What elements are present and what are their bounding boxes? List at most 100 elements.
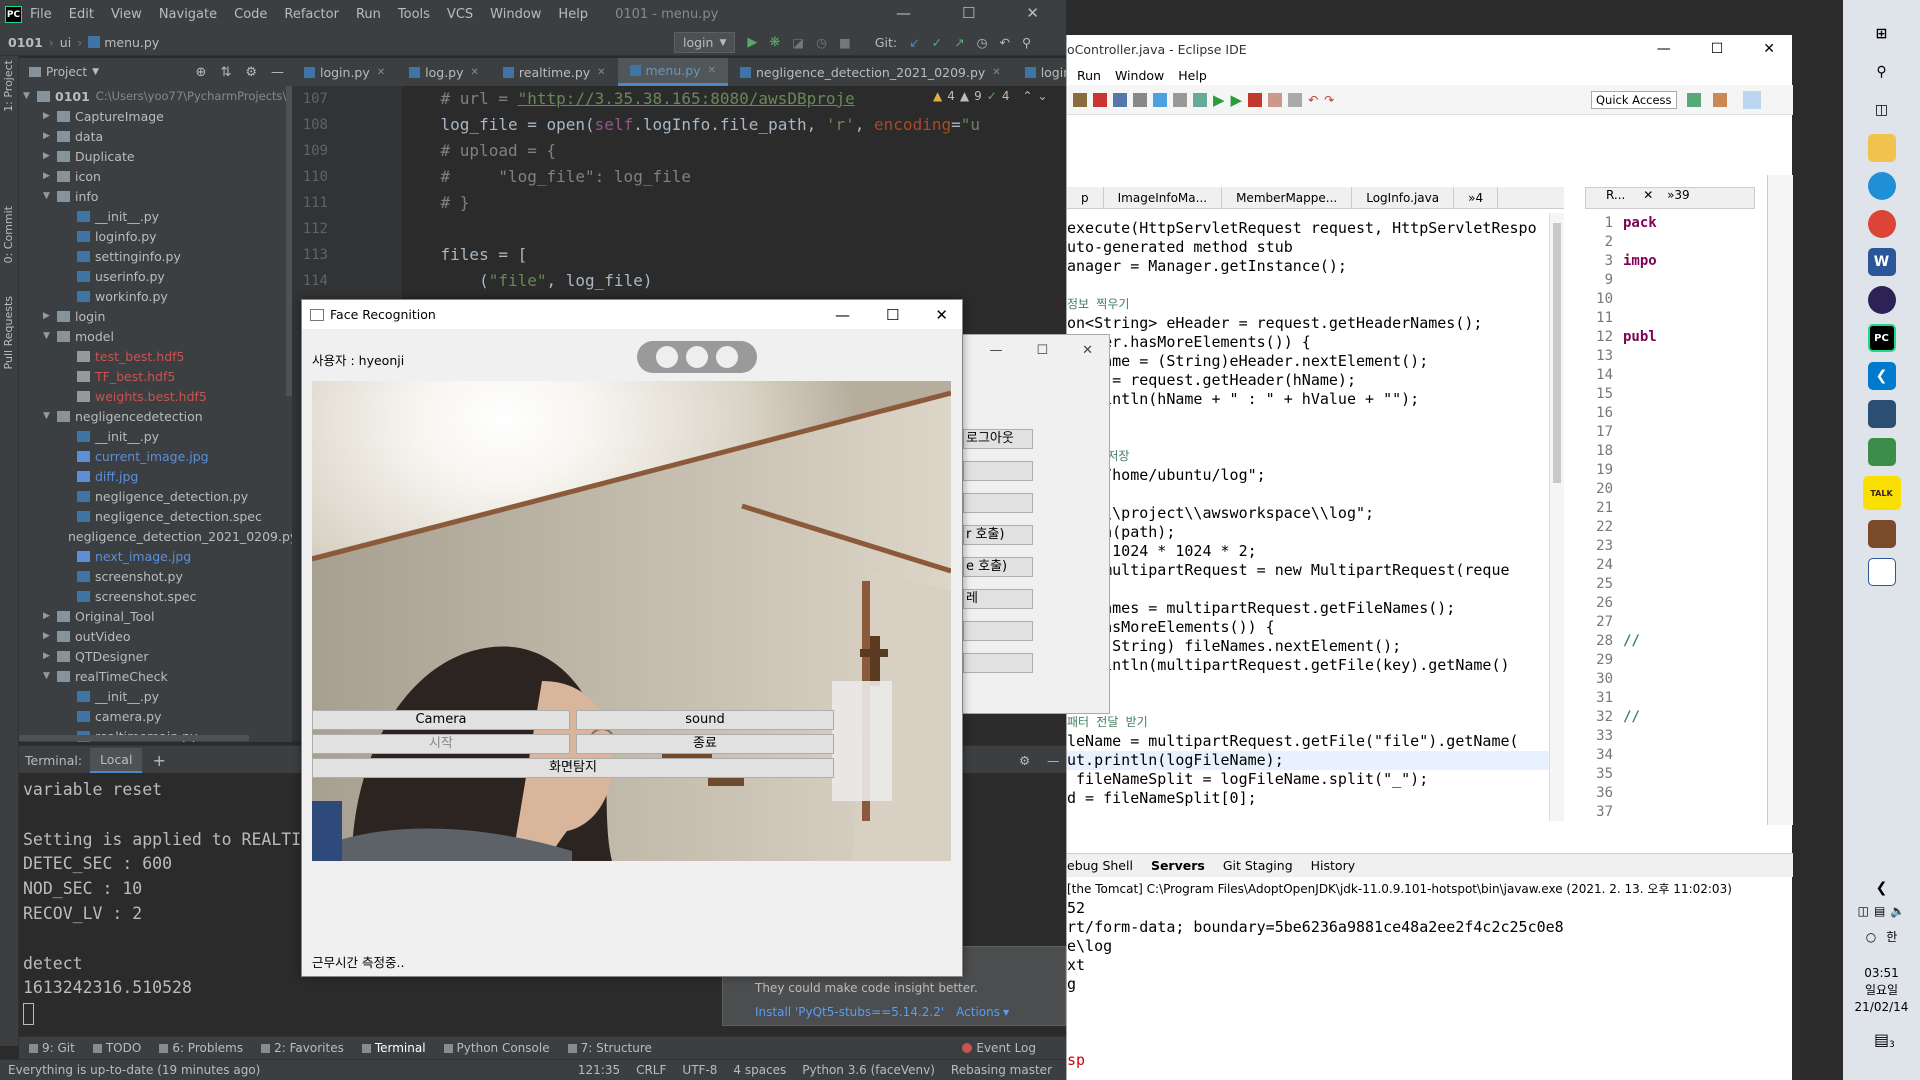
tree-item[interactable]: userinfo.py — [19, 266, 292, 286]
close-icon[interactable]: ✕ — [377, 67, 385, 78]
coverage-icon[interactable]: ◪ — [792, 35, 804, 50]
actions-link[interactable]: Actions — [956, 1005, 1000, 1019]
tree-item[interactable]: ▼ model — [19, 326, 292, 346]
close-icon[interactable]: ✕ — [1026, 4, 1039, 22]
toolbar-icon[interactable] — [1093, 92, 1107, 107]
tree-item[interactable]: ▼ realTimeCheck — [19, 666, 292, 686]
tree-item[interactable]: negligence_detection.spec — [19, 506, 292, 526]
console-tab[interactable]: ebug Shell — [1067, 858, 1133, 873]
search-icon[interactable]: ⚲ — [1022, 35, 1031, 50]
start-button[interactable]: 시작 — [312, 734, 570, 754]
tree-item[interactable]: camera.py — [19, 706, 292, 726]
minimize-icon[interactable]: — — [835, 306, 850, 324]
edge-icon[interactable] — [1867, 172, 1896, 200]
tool-button[interactable]: Python Console — [443, 1041, 550, 1055]
gear-icon[interactable]: ⚙ — [245, 65, 257, 80]
sound-button[interactable]: sound — [576, 710, 834, 730]
console-tab[interactable]: Git Staging — [1223, 858, 1293, 873]
editor-tab[interactable]: login.py ✕ — [292, 58, 397, 86]
toolbar-icon[interactable] — [1268, 92, 1283, 107]
volume-icon[interactable]: 🔈 — [1890, 904, 1905, 918]
tree-item[interactable]: screenshot.spec — [19, 586, 292, 606]
chevron-down-icon[interactable]: ▼ — [43, 411, 57, 421]
tool-project[interactable]: 1: Project — [2, 60, 15, 112]
ime-mode-icon[interactable]: ○ — [1866, 930, 1876, 944]
tree-item[interactable]: diff.jpg — [19, 466, 292, 486]
profile-icon[interactable]: ◷ — [816, 35, 827, 50]
menu-item-refactor[interactable]: Refactor — [284, 7, 339, 22]
terminal-tab-local[interactable]: Local — [90, 747, 143, 773]
tool-button[interactable]: 7: Structure — [567, 1041, 652, 1055]
tree-item[interactable]: screenshot.py — [19, 566, 292, 586]
git-history-icon[interactable]: ◷ — [977, 35, 988, 50]
console-tab[interactable]: History — [1311, 858, 1355, 873]
tree-item[interactable]: ▶ login — [19, 306, 292, 326]
vscode-icon[interactable]: ❮ — [1867, 362, 1896, 390]
toolbar-icon[interactable] — [1248, 92, 1263, 107]
tool-commit[interactable]: 0: Commit — [2, 206, 15, 263]
word-icon[interactable]: W — [1867, 248, 1896, 276]
chevron-down-icon[interactable]: ▼ — [1003, 1008, 1009, 1017]
eclipse-code[interactable]: execute(HttpServletRequest request, Http… — [1067, 213, 1549, 823]
tree-item[interactable]: weights.best.hdf5 — [19, 386, 292, 406]
tree-item[interactable]: loginfo.py — [19, 226, 292, 246]
menu-item-tools[interactable]: Tools — [398, 7, 430, 22]
app-icon[interactable] — [1867, 558, 1896, 586]
toolbar-icon[interactable] — [1173, 92, 1187, 107]
chevron-right-icon[interactable]: ▶ — [43, 111, 57, 121]
toolbar-icon[interactable] — [1073, 92, 1087, 107]
chevron-down-icon[interactable]: ▼ — [92, 67, 99, 77]
maximize-icon[interactable]: ☐ — [886, 306, 899, 324]
eclipse-scrollbar[interactable] — [1549, 213, 1564, 821]
chevron-right-icon[interactable]: ▶ — [43, 611, 57, 621]
git-commit-icon[interactable]: ✓ — [932, 35, 942, 50]
maximize-icon[interactable]: ☐ — [962, 4, 975, 22]
menu-item-navigate[interactable]: Navigate — [159, 7, 217, 22]
tool-button[interactable]: 9: Git — [29, 1041, 75, 1055]
eclipse-tab[interactable]: MemberMappe... — [1222, 187, 1353, 209]
perspective-icon[interactable] — [1687, 92, 1701, 107]
back-icon[interactable]: ↶ — [1308, 93, 1318, 107]
status-item[interactable]: 4 spaces — [733, 1063, 786, 1077]
menu-item-vcs[interactable]: VCS — [447, 7, 473, 22]
chevron-right-icon[interactable]: ▶ — [43, 651, 57, 661]
chrome-icon[interactable] — [1867, 210, 1896, 238]
ime-language[interactable]: 한 — [1886, 928, 1897, 945]
close-icon[interactable]: ✕ — [1643, 188, 1653, 202]
menu-item-code[interactable]: Code — [234, 7, 267, 22]
app-icon[interactable] — [1867, 520, 1896, 548]
tool-button[interactable]: TODO — [92, 1041, 141, 1055]
console-tab[interactable]: Servers — [1151, 858, 1205, 873]
debug-icon[interactable]: ❋ — [769, 35, 780, 50]
minimize-icon[interactable]: — — [989, 343, 1002, 358]
notification-center-icon[interactable]: ▤ 3 — [1843, 1030, 1920, 1050]
dialog-button[interactable]: 로그아웃 — [963, 429, 1033, 449]
toolbar-icon[interactable] — [1288, 92, 1303, 107]
dialog-button[interactable]: e 호출) — [963, 557, 1033, 577]
chevron-down-icon[interactable]: ▼ — [43, 331, 57, 341]
dialog-button[interactable] — [963, 493, 1033, 513]
tool-button[interactable]: 6: Problems — [159, 1041, 243, 1055]
stop-icon[interactable]: ■ — [839, 35, 851, 50]
git-push-icon[interactable]: ↗ — [954, 35, 964, 50]
project-label[interactable]: Project — [46, 65, 87, 79]
run-icon[interactable]: ▶ — [1231, 91, 1243, 109]
tree-item[interactable]: current_image.jpg — [19, 446, 292, 466]
status-item[interactable]: UTF-8 — [682, 1063, 717, 1077]
run-icon[interactable]: ▶ — [1213, 91, 1225, 109]
chevron-down-icon[interactable]: ▼ — [23, 91, 37, 101]
tree-item[interactable]: ▶ data — [19, 126, 292, 146]
quick-access-field[interactable]: Quick Access — [1591, 91, 1677, 109]
add-tab-icon[interactable]: + — [152, 751, 165, 770]
eclipse-icon[interactable] — [1867, 286, 1896, 314]
rollback-icon[interactable]: ↶ — [999, 35, 1009, 50]
menu-item-view[interactable]: View — [111, 7, 142, 22]
menu-item-file[interactable]: File — [30, 7, 52, 22]
side-editor[interactable]: 1 pack 2 3 impo 9 10 11 12 publ 13 14 15 16 17 18 19 20 21… — [1585, 213, 1735, 823]
tree-item[interactable]: ▶ Duplicate — [19, 146, 292, 166]
minimize-icon[interactable]: — — [1657, 41, 1671, 57]
close-icon[interactable]: ✕ — [1082, 343, 1093, 358]
dialog-button[interactable] — [963, 653, 1033, 673]
toolbar-icon[interactable] — [1153, 92, 1167, 107]
forward-icon[interactable]: ↷ — [1324, 93, 1334, 107]
